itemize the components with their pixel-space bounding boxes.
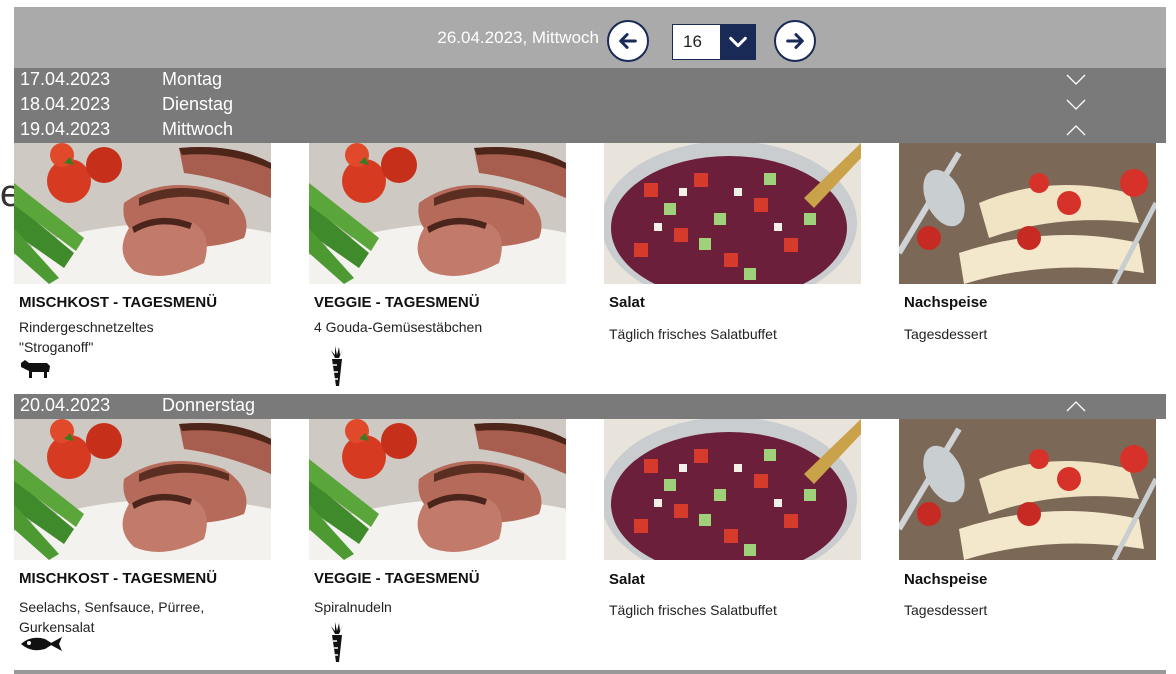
menu-description: Tagesdessert: [904, 326, 988, 342]
menu-title: Nachspeise: [904, 294, 988, 311]
day-weekday: Montag: [162, 69, 223, 89]
meal-image: [309, 143, 566, 284]
partial-glyph: e: [0, 174, 14, 214]
chevron-down-icon: [1066, 74, 1086, 85]
menu-title: Salat: [609, 571, 645, 588]
day-weekday: Mittwoch: [162, 119, 234, 139]
menu-title: Salat: [609, 294, 645, 311]
meal-image: [309, 419, 566, 560]
menu-description: Spiralnudeln: [314, 599, 392, 615]
previous-week-button[interactable]: [607, 20, 649, 62]
cow-icon: [21, 360, 50, 378]
next-day-row-edge: [14, 670, 1166, 674]
week-select[interactable]: 16: [672, 24, 756, 60]
day-date: 17.04.2023: [20, 69, 111, 89]
menu-description: Täglich frisches Salatbuffet: [609, 326, 777, 342]
meal-image: [899, 419, 1156, 560]
chevron-down-icon[interactable]: [720, 25, 755, 59]
menu-title: VEGGIE - TAGESMENÜ: [314, 570, 480, 587]
day-row-wednesday[interactable]: 19.04.2023 Mittwoch: [14, 118, 1166, 143]
meal-image: [14, 143, 271, 284]
menu-description: Tagesdessert: [904, 602, 988, 618]
carrot-icon: [331, 622, 343, 662]
meal-image: [899, 143, 1156, 284]
menu-title: VEGGIE - TAGESMENÜ: [314, 294, 480, 311]
menu-description: Täglich frisches Salatbuffet: [609, 602, 777, 618]
day-date: 19.04.2023: [20, 119, 111, 139]
day-row-tuesday[interactable]: 18.04.2023 Dienstag: [14, 93, 1166, 118]
next-week-button[interactable]: [774, 20, 816, 62]
meal-image: [604, 419, 861, 560]
day-date: 18.04.2023: [20, 94, 111, 114]
chevron-down-icon: [1066, 99, 1086, 110]
chevron-up-icon: [1066, 125, 1086, 136]
arrow-left-icon: [619, 33, 637, 49]
day-row-monday[interactable]: 17.04.2023 Montag: [14, 68, 1166, 93]
carrot-icon: [331, 346, 343, 386]
menu-title: MISCHKOST - TAGESMENÜ: [19, 294, 218, 311]
chevron-up-icon: [1066, 401, 1086, 412]
meal-image: [14, 419, 271, 560]
week-navigation-bar: 26.04.2023, Mittwoch 16: [14, 7, 1166, 68]
meal-image: [604, 143, 861, 284]
menu-title: Nachspeise: [904, 571, 988, 588]
fish-icon: [21, 637, 62, 651]
day-date: 20.04.2023: [20, 395, 111, 415]
menu-title: MISCHKOST - TAGESMENÜ: [19, 570, 218, 587]
menu-description: 4 Gouda-Gemüsestäbchen: [314, 319, 483, 335]
day-row-thursday[interactable]: 20.04.2023 Donnerstag: [14, 394, 1166, 419]
menu-description: Rindergeschnetzeltes "Stroganoff": [19, 319, 154, 355]
menu-description: Seelachs, Senfsauce, Pürree, Gurkensalat: [19, 599, 205, 635]
day-weekday: Donnerstag: [162, 395, 256, 415]
current-date-label: 26.04.2023, Mittwoch: [437, 28, 599, 47]
week-select-value: 16: [683, 32, 702, 51]
day-weekday: Dienstag: [162, 94, 234, 114]
arrow-right-icon: [786, 33, 804, 49]
